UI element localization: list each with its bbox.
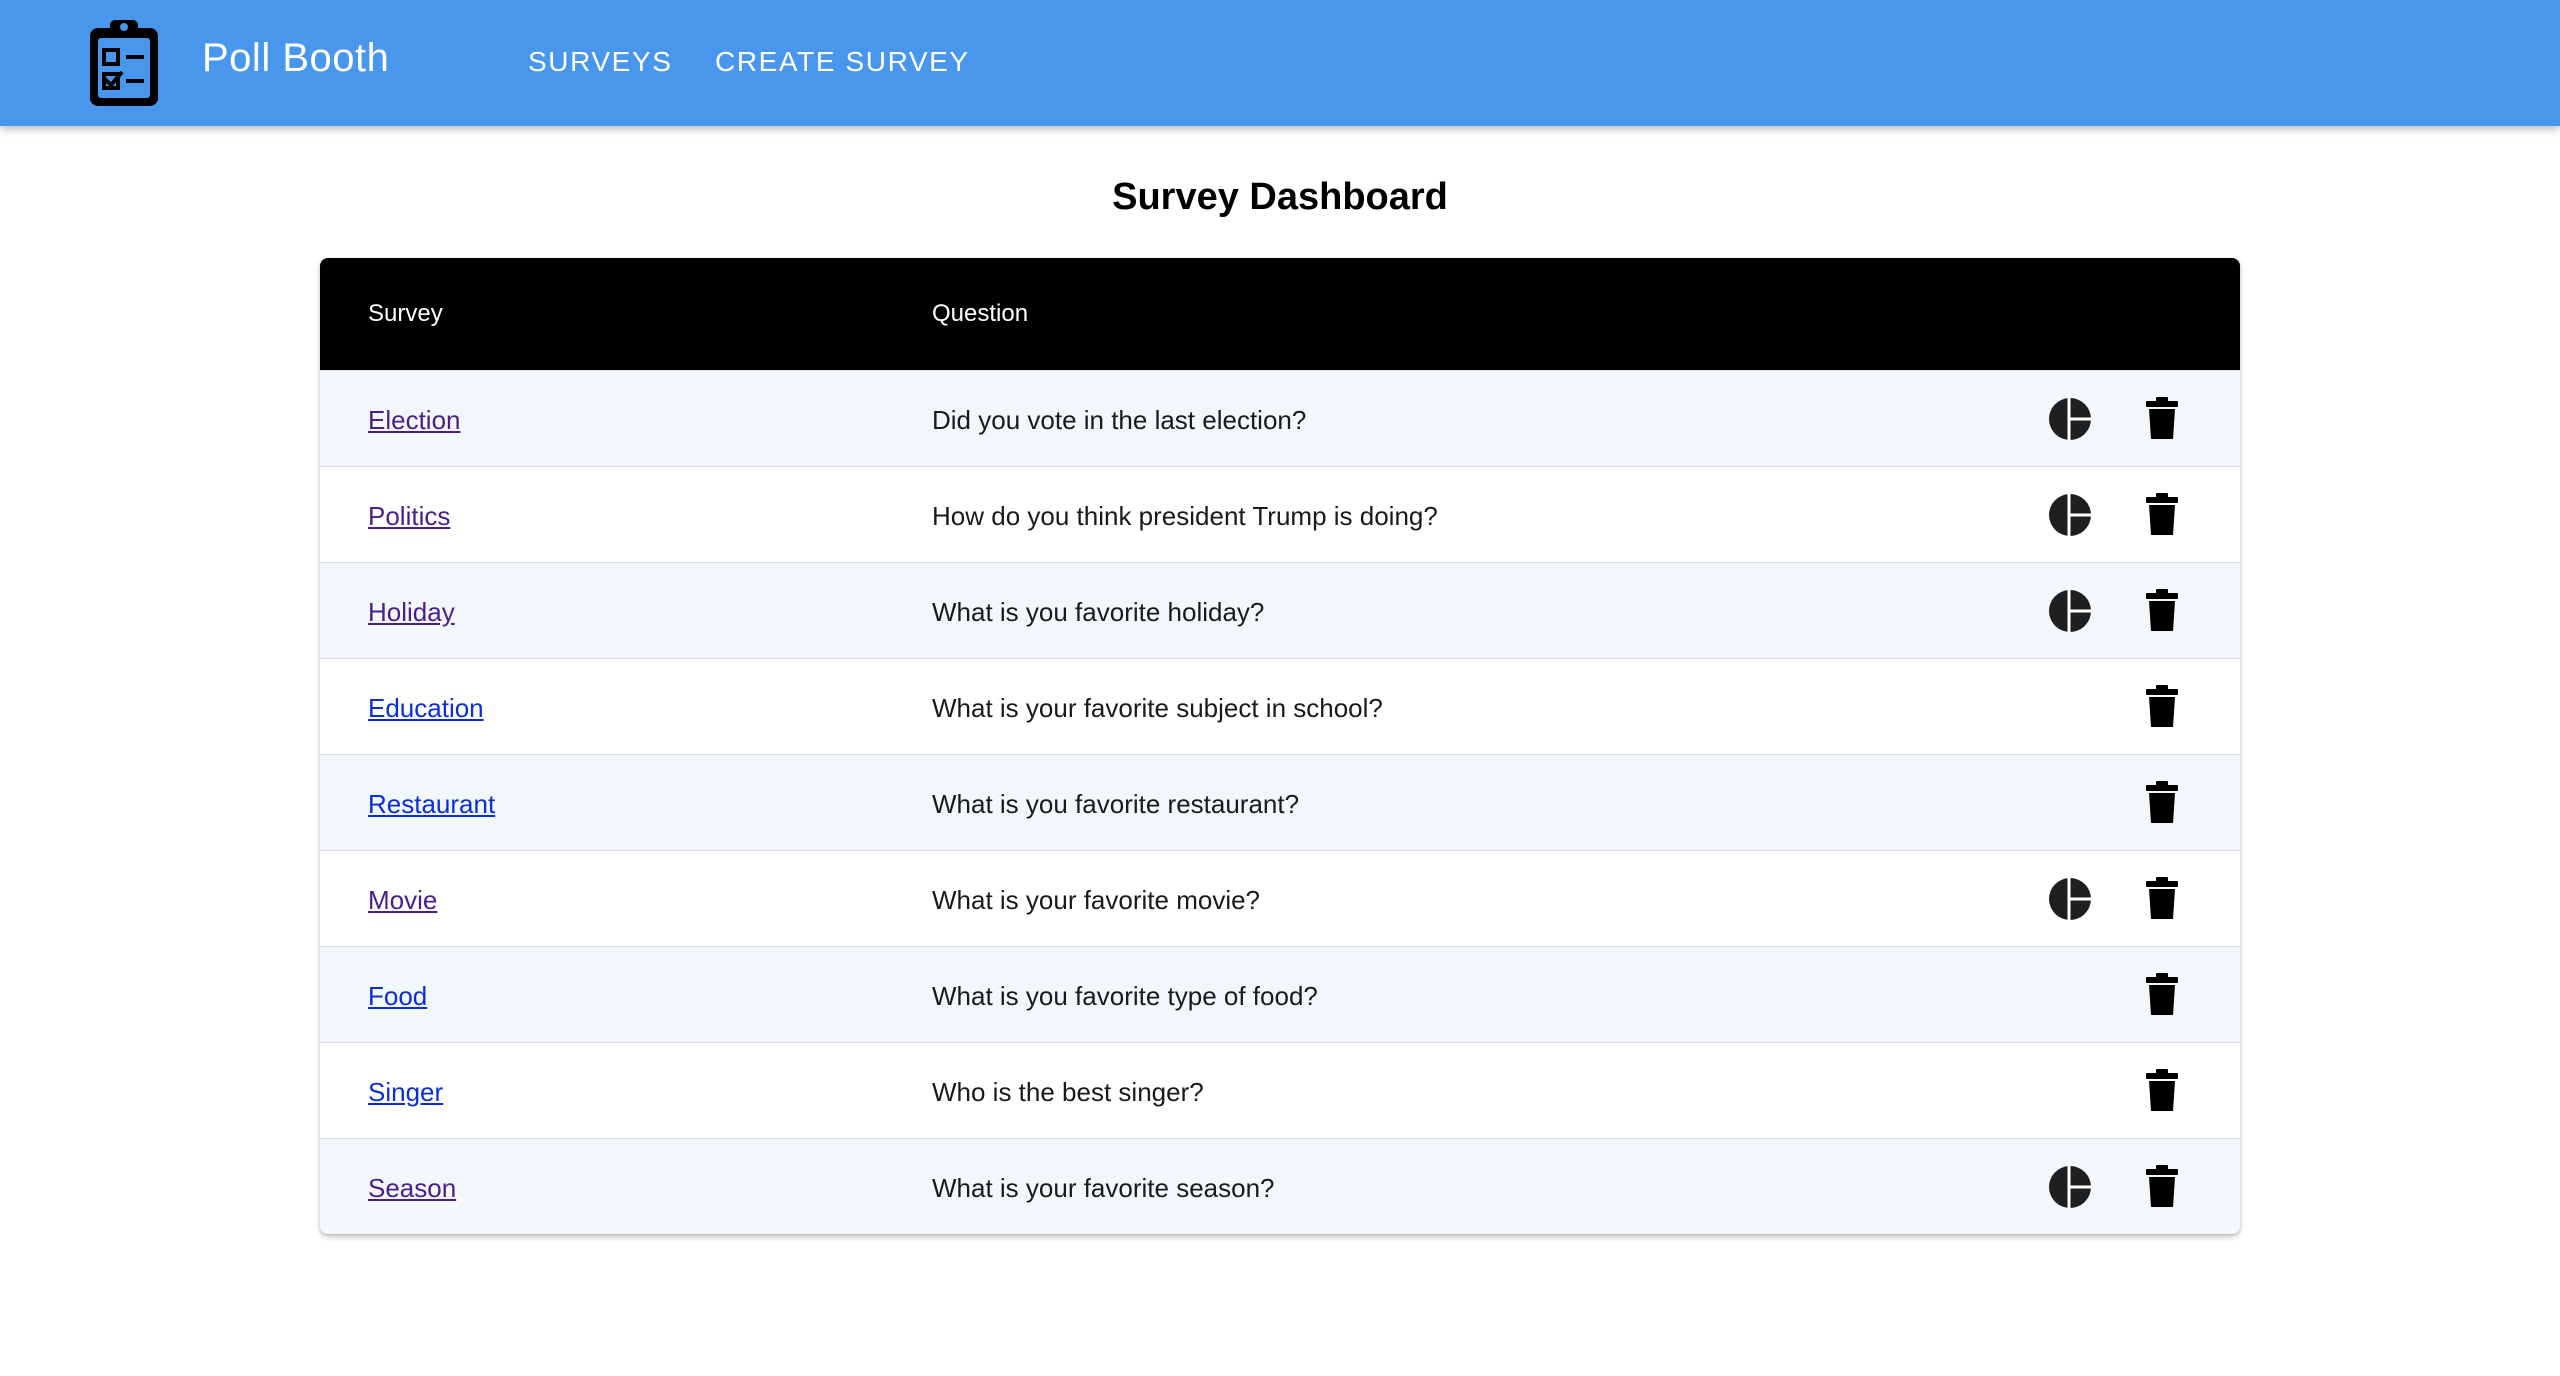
table-row: Election Did you vote in the last electio… xyxy=(320,370,2240,466)
table-row: Movie What is your favorite movie? xyxy=(320,850,2240,946)
trash-icon[interactable] xyxy=(2146,781,2178,823)
column-header-question: Question xyxy=(932,300,1029,327)
survey-link[interactable]: Movie xyxy=(368,885,437,916)
table-row: Season What is your favorite season? xyxy=(320,1138,2240,1234)
survey-table: Survey Question Election Did you vote in … xyxy=(320,258,2240,1234)
table-row: Singer Who is the best singer? xyxy=(320,1042,2240,1138)
pie-chart-icon[interactable] xyxy=(2048,397,2092,441)
trash-icon[interactable] xyxy=(2146,1069,2178,1111)
trash-icon[interactable] xyxy=(2146,973,2178,1015)
survey-link[interactable]: Food xyxy=(368,981,427,1012)
table-row: Restaurant What is you favorite restauran… xyxy=(320,754,2240,850)
question-text: What is your favorite movie? xyxy=(932,885,1261,915)
table-body: Election Did you vote in the last electio… xyxy=(320,370,2240,1234)
survey-link[interactable]: Restaurant xyxy=(368,789,495,820)
table-header: Survey Question xyxy=(320,258,2240,370)
nav-surveys[interactable]: SURVEYS xyxy=(528,46,673,78)
question-text: How do you think president Trump is doin… xyxy=(932,501,1438,531)
survey-link[interactable]: Politics xyxy=(368,501,450,532)
trash-icon[interactable] xyxy=(2146,877,2178,919)
survey-link[interactable]: Season xyxy=(368,1173,456,1204)
trash-icon[interactable] xyxy=(2146,589,2178,631)
survey-link[interactable]: Holiday xyxy=(368,597,455,628)
pie-chart-icon[interactable] xyxy=(2048,1165,2092,1209)
question-text: What is you favorite holiday? xyxy=(932,597,1265,627)
app-bar: Poll Booth SURVEYS CREATE SURVEY xyxy=(0,0,2560,126)
survey-link[interactable]: Election xyxy=(368,405,461,436)
survey-link[interactable]: Education xyxy=(368,693,484,724)
table-row: Holiday What is you favorite holiday? xyxy=(320,562,2240,658)
question-text: Did you vote in the last election? xyxy=(932,405,1307,435)
trash-icon[interactable] xyxy=(2146,1165,2178,1207)
column-header-survey: Survey xyxy=(368,300,443,327)
table-row: Food What is you favorite type of food? xyxy=(320,946,2240,1042)
trash-icon[interactable] xyxy=(2146,397,2178,439)
pie-chart-icon[interactable] xyxy=(2048,589,2092,633)
question-text: What is your favorite subject in school? xyxy=(932,693,1383,723)
pie-chart-icon[interactable] xyxy=(2048,877,2092,921)
brand-title[interactable]: Poll Booth xyxy=(202,36,389,81)
table-row: Politics How do you think president Trump… xyxy=(320,466,2240,562)
question-text: Who is the best singer? xyxy=(932,1077,1204,1107)
question-text: What is you favorite restaurant? xyxy=(932,789,1300,819)
trash-icon[interactable] xyxy=(2146,493,2178,535)
page-title: Survey Dashboard xyxy=(1112,176,1448,218)
survey-link[interactable]: Singer xyxy=(368,1077,443,1108)
pie-chart-icon[interactable] xyxy=(2048,493,2092,537)
nav-create-survey[interactable]: CREATE SURVEY xyxy=(715,46,970,78)
trash-icon[interactable] xyxy=(2146,685,2178,727)
question-text: What is you favorite type of food? xyxy=(932,981,1318,1011)
question-text: What is your favorite season? xyxy=(932,1173,1275,1203)
clipboard-checklist-icon[interactable] xyxy=(84,14,164,110)
table-row: Education What is your favorite subject i… xyxy=(320,658,2240,754)
